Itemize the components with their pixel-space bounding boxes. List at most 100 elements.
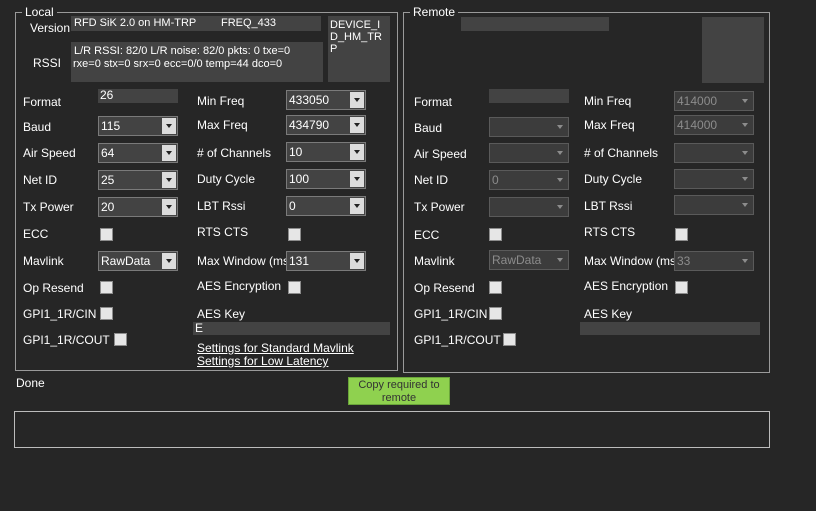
air-speed-select[interactable]: 64 [98,143,178,163]
rts-cts-checkbox[interactable] [288,228,301,241]
remote-max-freq-select[interactable]: 414000 [674,115,754,135]
remote-gpi-cout-checkbox[interactable] [503,333,516,346]
rssi-line2: rxe=0 stx=0 srx=0 ecc=0/0 temp=44 dco=0 [73,58,283,70]
log-textbox[interactable] [14,411,770,448]
max-freq-value: 434790 [289,118,330,132]
remote-gpi-cout-label: GPI1_1R/COUT [414,333,501,347]
aes-encryption-checkbox[interactable] [288,281,301,294]
remote-min-freq-dropdown-button[interactable] [738,93,752,109]
baud-value: 115 [101,119,121,133]
remote-aes-encryption-label: AES Encryption [584,279,669,293]
remote-rts-cts-checkbox[interactable] [675,228,688,241]
remote-min-freq-select[interactable]: 414000 [674,91,754,111]
remote-device-id-box [702,17,764,83]
channels-value: 10 [289,145,303,159]
remote-net-id-select[interactable]: 0 [489,170,569,190]
min-freq-dropdown-button[interactable] [350,92,364,108]
gpi-cin-checkbox[interactable] [100,307,113,320]
max-freq-select[interactable]: 434790 [286,115,366,135]
remote-gpi-cin-checkbox[interactable] [489,307,502,320]
remote-baud-dropdown-button[interactable] [553,119,567,135]
gpi-cout-checkbox[interactable] [114,333,127,346]
lbt-rssi-dropdown-button[interactable] [350,198,364,214]
remote-lbt-rssi-dropdown-button[interactable] [738,197,752,213]
min-freq-value: 433050 [289,93,330,107]
op-resend-checkbox[interactable] [100,281,113,294]
format-field[interactable]: 26 [98,89,178,103]
baud-select[interactable]: 115 [98,116,178,136]
max-window-dropdown-button[interactable] [350,253,364,269]
remote-channels-select[interactable] [674,143,754,163]
chevron-down-icon [742,177,748,181]
aes-encryption-label: AES Encryption [197,279,282,293]
remote-max-window-value: 33 [677,254,691,268]
version-value: RFD SiK 2.0 on HM-TRP FREQ_433 [71,16,321,31]
min-freq-select[interactable]: 433050 [286,90,366,110]
baud-label: Baud [23,120,52,134]
copy-to-remote-button[interactable]: Copy required to remote [348,377,450,405]
device-id-box: DEVICE_ID_HM_TRP [328,16,390,82]
remote-air-speed-dropdown-button[interactable] [553,145,567,161]
remote-max-window-dropdown-button[interactable] [738,253,752,269]
remote-tx-power-select[interactable] [489,197,569,217]
gpi-cin-label: GPI1_1R/CIN [23,307,97,321]
tx-power-select[interactable]: 20 [98,197,178,217]
mavlink-select[interactable]: RawData [98,251,178,271]
chevron-down-icon [557,258,563,262]
remote-net-id-dropdown-button[interactable] [553,172,567,188]
ecc-checkbox[interactable] [100,228,113,241]
chevron-down-icon [742,123,748,127]
channels-label: # of Channels [197,146,272,160]
lbt-rssi-value: 0 [289,199,296,213]
remote-max-window-select[interactable]: 33 [674,251,754,271]
op-resend-label: Op Resend [23,281,84,295]
remote-duty-cycle-select[interactable] [674,169,754,189]
remote-mavlink-select[interactable]: RawData [489,250,569,270]
net-id-select[interactable]: 25 [98,170,178,190]
remote-aes-key-field[interactable] [580,322,760,335]
remote-max-freq-dropdown-button[interactable] [738,117,752,133]
remote-ecc-checkbox[interactable] [489,228,502,241]
remote-lbt-rssi-select[interactable] [674,195,754,215]
remote-max-freq-value: 414000 [677,118,718,132]
chevron-down-icon [557,151,563,155]
chevron-down-icon [557,178,563,182]
remote-format-field[interactable] [489,89,569,103]
low-latency-link[interactable]: Settings for Low Latency [197,355,328,368]
mavlink-dropdown-button[interactable] [162,253,176,269]
remote-duty-cycle-dropdown-button[interactable] [738,171,752,187]
mavlink-label: Mavlink [23,254,64,268]
chevron-down-icon [557,125,563,129]
remote-channels-dropdown-button[interactable] [738,145,752,161]
baud-dropdown-button[interactable] [162,118,176,134]
channels-select[interactable]: 10 [286,142,366,162]
net-id-dropdown-button[interactable] [162,172,176,188]
chevron-down-icon [742,151,748,155]
duty-cycle-label: Duty Cycle [197,172,256,186]
max-window-select[interactable]: 131 [286,251,366,271]
remote-air-speed-select[interactable] [489,143,569,163]
gpi-cout-label: GPI1_1R/COUT [23,333,110,347]
duty-cycle-select[interactable]: 100 [286,169,366,189]
chevron-down-icon [354,150,360,154]
status-text: Done [16,376,45,390]
channels-dropdown-button[interactable] [350,144,364,160]
max-freq-dropdown-button[interactable] [350,117,364,133]
local-legend: Local [22,5,57,19]
tx-power-dropdown-button[interactable] [162,199,176,215]
aes-key-field[interactable]: E [193,322,390,335]
remote-tx-power-dropdown-button[interactable] [553,199,567,215]
remote-max-window-label: Max Window (ms) [584,254,681,268]
remote-op-resend-checkbox[interactable] [489,281,502,294]
lbt-rssi-select[interactable]: 0 [286,196,366,216]
remote-aes-encryption-checkbox[interactable] [675,281,688,294]
rts-cts-label: RTS CTS [197,225,249,239]
remote-baud-select[interactable] [489,117,569,137]
max-freq-label: Max Freq [197,118,248,132]
remote-format-label: Format [414,95,453,109]
tx-power-label: Tx Power [23,200,74,214]
air-speed-dropdown-button[interactable] [162,145,176,161]
aes-key-label: AES Key [197,307,246,321]
duty-cycle-dropdown-button[interactable] [350,171,364,187]
remote-mavlink-dropdown-button[interactable] [553,252,567,268]
